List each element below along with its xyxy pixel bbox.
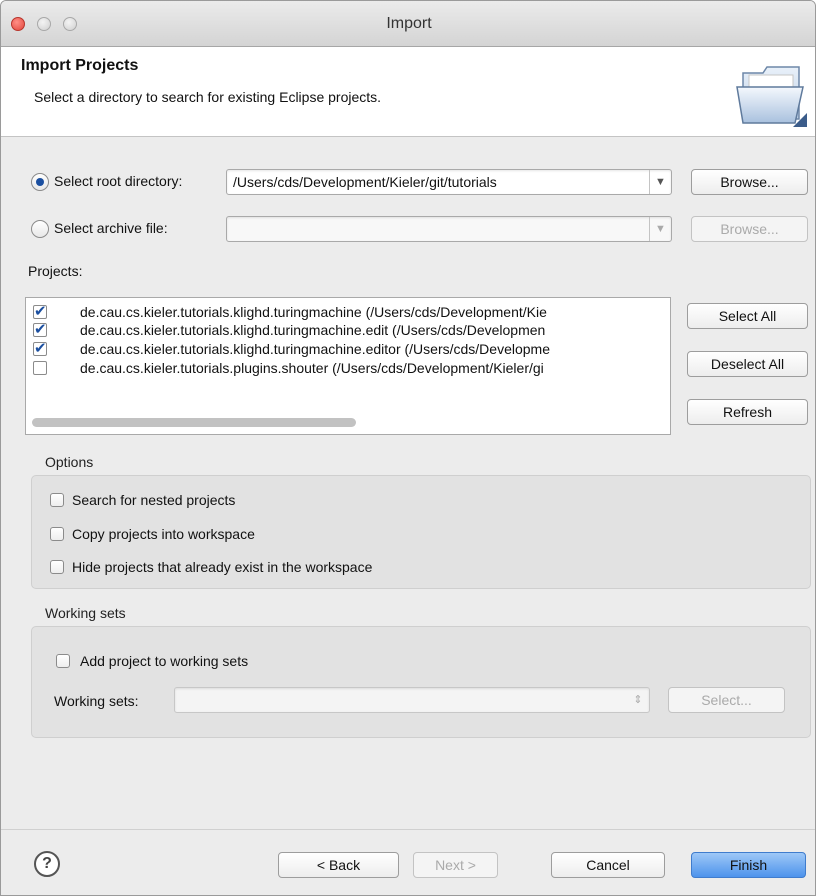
working-sets-title: Working sets — [45, 605, 126, 621]
folder-icon — [736, 66, 807, 127]
title-bar: Import — [1, 1, 815, 47]
root-directory-label: Select root directory: — [54, 173, 183, 189]
cancel-button[interactable]: Cancel — [551, 852, 665, 878]
finish-button[interactable]: Finish — [691, 852, 806, 878]
import-dialog: Import Import Projects Select a director… — [0, 0, 816, 896]
hide-existing-label: Hide projects that already exist in the … — [72, 559, 373, 575]
deselect-all-button[interactable]: Deselect All — [687, 351, 808, 377]
search-nested-checkbox[interactable] — [50, 493, 64, 507]
horizontal-scrollbar[interactable] — [32, 418, 356, 427]
footer-divider — [1, 829, 815, 830]
projects-label: Projects: — [28, 263, 83, 279]
back-button[interactable]: < Back — [278, 852, 399, 878]
project-checkbox[interactable] — [33, 320, 47, 338]
search-nested-label: Search for nested projects — [72, 492, 236, 508]
list-item[interactable]: de.cau.cs.kieler.tutorials.plugins.shout… — [26, 360, 666, 378]
chevron-down-icon[interactable]: ▼ — [649, 217, 671, 241]
add-to-working-sets-label: Add project to working sets — [80, 653, 249, 669]
project-checkbox[interactable] — [33, 361, 47, 375]
archive-file-combo[interactable]: ▼ — [226, 216, 672, 242]
wizard-banner: Import Projects Select a directory to se… — [1, 47, 815, 137]
select-working-sets-button[interactable]: Select... — [668, 687, 785, 713]
root-directory-combo[interactable]: /Users/cds/Development/Kieler/git/tutori… — [226, 169, 672, 195]
next-button[interactable]: Next > — [413, 852, 498, 878]
working-sets-label: Working sets: — [54, 693, 139, 709]
working-sets-group: Add project to working sets Working sets… — [31, 626, 811, 738]
page-title: Import Projects — [21, 57, 139, 74]
updown-arrows-icon[interactable]: ⇕ — [627, 688, 649, 712]
list-item[interactable]: de.cau.cs.kieler.tutorials.klighd.turing… — [26, 302, 666, 322]
add-to-working-sets-checkbox[interactable] — [56, 654, 70, 668]
working-sets-combo[interactable]: ⇕ — [174, 687, 650, 713]
projects-list[interactable]: de.cau.cs.kieler.tutorials.klighd.turing… — [25, 297, 671, 435]
root-directory-value: /Users/cds/Development/Kieler/git/tutori… — [233, 174, 497, 190]
window-title: Import — [386, 15, 432, 32]
browse-root-button[interactable]: Browse... — [691, 169, 808, 195]
project-name: de.cau.cs.kieler.tutorials.klighd.turing… — [80, 341, 550, 357]
hide-existing-checkbox[interactable] — [50, 560, 64, 574]
list-item[interactable]: de.cau.cs.kieler.tutorials.klighd.turing… — [26, 339, 666, 359]
archive-file-radio[interactable] — [31, 220, 49, 238]
page-description: Select a directory to search for existin… — [34, 89, 382, 105]
chevron-down-icon[interactable]: ▼ — [649, 170, 671, 194]
options-title: Options — [45, 454, 94, 470]
project-checkbox[interactable] — [33, 339, 47, 357]
browse-archive-button[interactable]: Browse... — [691, 216, 808, 242]
project-checkbox[interactable] — [33, 302, 47, 320]
copy-projects-checkbox[interactable] — [50, 527, 64, 541]
select-all-button[interactable]: Select All — [687, 303, 808, 329]
root-directory-radio[interactable] — [31, 173, 49, 191]
project-name: de.cau.cs.kieler.tutorials.klighd.turing… — [80, 304, 547, 320]
options-group: Search for nested projects Copy projects… — [31, 475, 811, 589]
project-name: de.cau.cs.kieler.tutorials.plugins.shout… — [80, 360, 544, 376]
help-icon[interactable]: ? — [34, 851, 60, 877]
copy-projects-label: Copy projects into workspace — [72, 526, 255, 542]
refresh-button[interactable]: Refresh — [687, 399, 808, 425]
project-name: de.cau.cs.kieler.tutorials.klighd.turing… — [80, 322, 546, 338]
archive-file-label: Select archive file: — [54, 220, 168, 236]
list-item[interactable]: de.cau.cs.kieler.tutorials.klighd.turing… — [26, 320, 666, 340]
